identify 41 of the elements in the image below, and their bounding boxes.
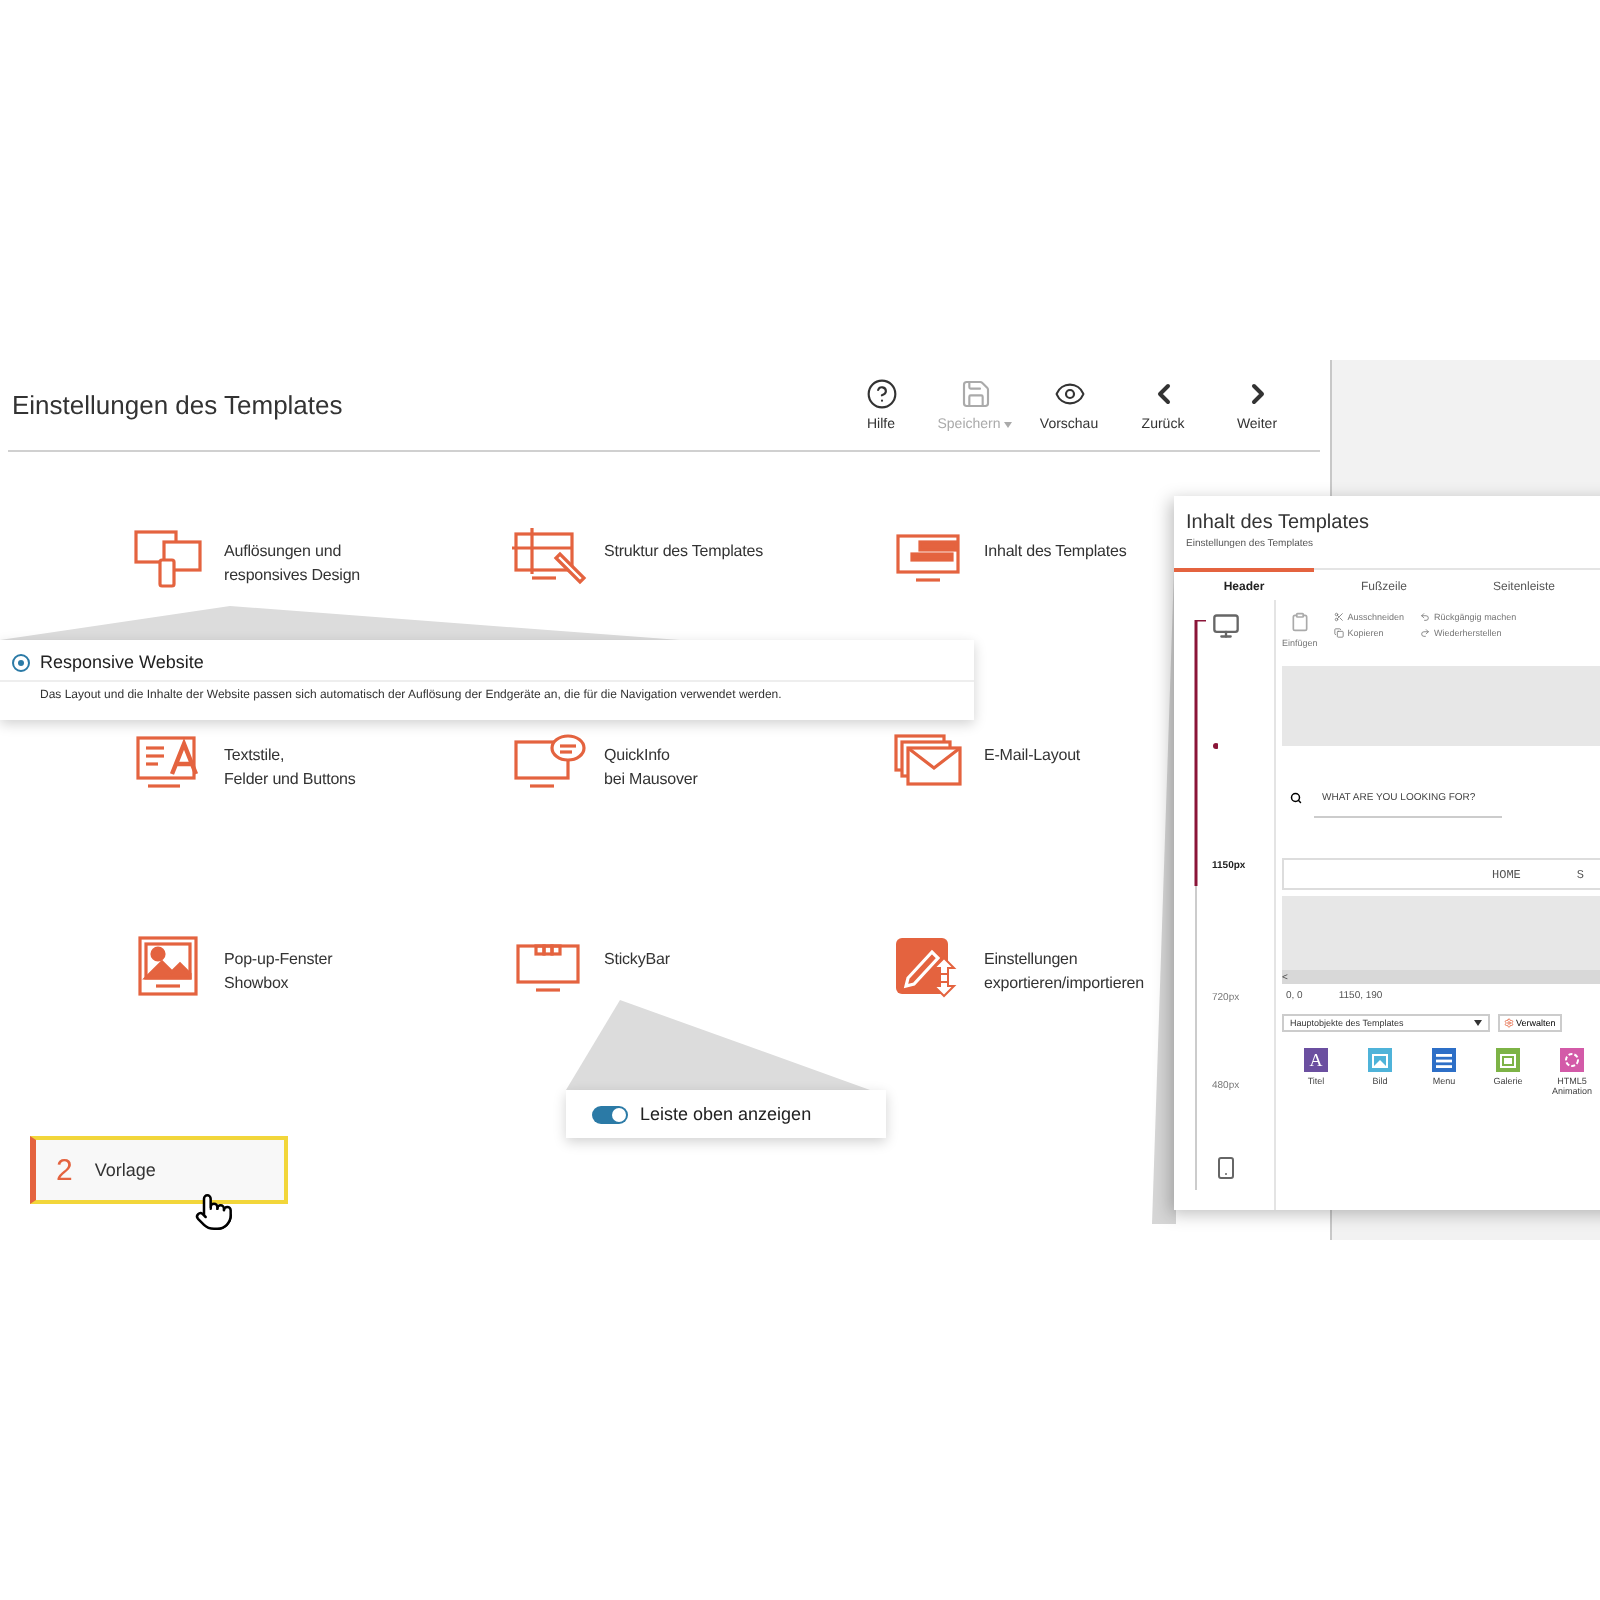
clipboard-icon[interactable] [1289,612,1310,632]
copy-icon [1333,628,1344,638]
feature-link[interactable]: Einstellungen exportieren/importieren [984,948,1144,996]
feature-link[interactable]: Pop-up-Fenster Showbox [224,948,333,996]
step-number: 2 [56,1153,73,1187]
image-tile-icon[interactable] [1368,1048,1392,1072]
scissors-icon [1333,612,1344,622]
undo-icon [1420,612,1431,622]
step-label: Vorlage [94,1160,156,1180]
gear-icon [1504,1018,1514,1028]
hand-cursor-icon [194,1192,234,1232]
monitor-pencil-icon [512,526,588,590]
feature-link[interactable]: Textstile, Felder und Buttons [224,744,356,792]
step-card[interactable]: 2 Vorlage [30,1136,288,1204]
toggle-switch[interactable] [592,1105,628,1123]
toggle-label: Leiste oben anzeigen [640,1104,812,1124]
eye-icon [1053,378,1085,410]
devices-icon [132,526,208,590]
redo-icon [1420,628,1431,638]
feature-link[interactable]: Struktur des Templates [604,540,763,564]
monitor-speech-bubble-icon [512,730,588,794]
radio-label: Responsive Website [40,652,204,672]
letter-tile-icon[interactable]: A [1304,1048,1328,1072]
feature-link[interactable]: Auflösungen und responsives Design [224,540,361,588]
phone-icon[interactable] [1214,1156,1238,1180]
feature-link[interactable]: QuickInfo bei Mausover [604,744,698,792]
desktop-icon[interactable] [1212,612,1240,640]
caret-icon [1004,421,1013,428]
gallery-tile-icon[interactable] [1496,1048,1520,1072]
caret-icon [1474,1020,1482,1026]
feature-link[interactable]: E-Mail-Layout [984,744,1081,768]
animation-tile-icon[interactable] [1560,1048,1584,1072]
search-icon [1290,792,1302,804]
menu-tile-icon[interactable] [1432,1048,1456,1072]
inset-title: Inhalt des Templates [1184,510,1372,534]
feature-link[interactable]: Inhalt des Templates [984,540,1127,564]
radio-button[interactable] [12,653,30,671]
save-icon [959,378,991,410]
help-icon [865,378,897,410]
page-title: Einstellungen des Templates [12,390,345,420]
feature-link[interactable]: StickyBar [604,948,670,972]
